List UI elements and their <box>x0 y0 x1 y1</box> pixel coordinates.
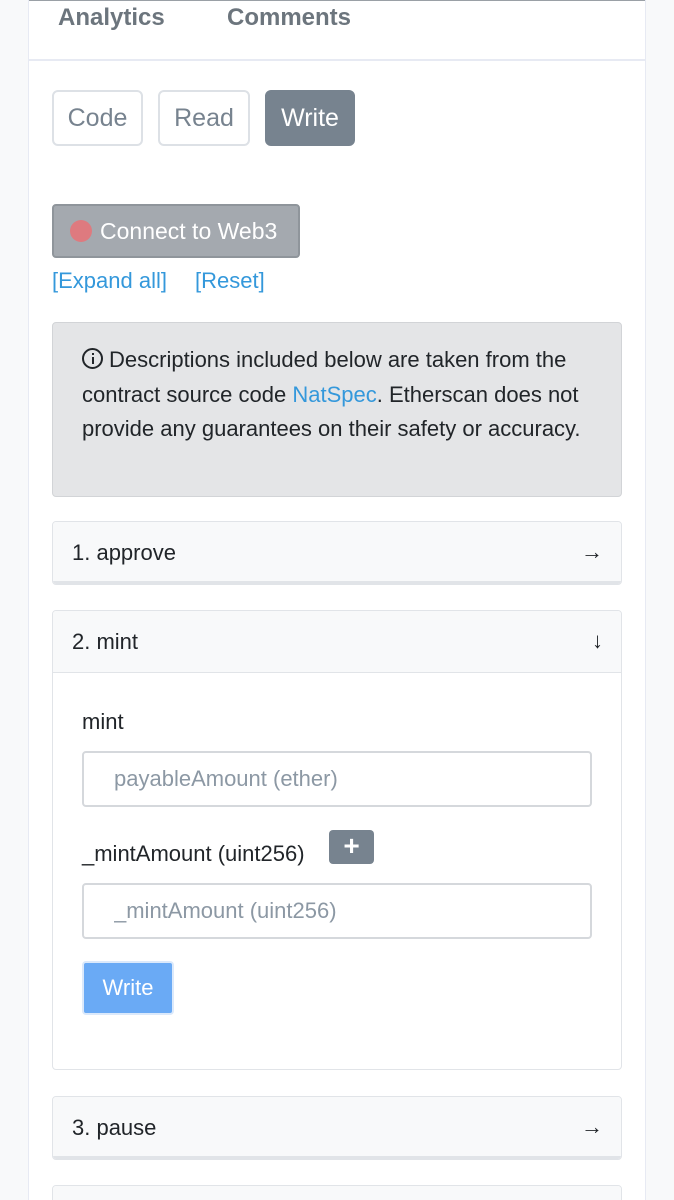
function-next <box>52 1185 622 1200</box>
nav-tabs: Analytics Comments <box>29 0 645 61</box>
function-title: 3. pause <box>72 1115 157 1140</box>
tab-comments[interactable]: Comments <box>227 4 351 32</box>
contract-card: Analytics Comments Code Read Write Conne… <box>28 0 646 1200</box>
connect-web3-button[interactable]: Connect to Web3 <box>52 204 300 258</box>
function-pause-header[interactable]: 3. pause → <box>53 1097 621 1159</box>
natspec-notice: Descriptions included below are taken fr… <box>52 322 622 497</box>
reset-link[interactable]: [Reset] <box>195 268 265 294</box>
function-mint-header[interactable]: 2. mint ↓ <box>53 611 621 673</box>
info-icon <box>82 348 103 369</box>
subtab-write[interactable]: Write <box>265 90 355 146</box>
subtab-code[interactable]: Code <box>52 90 143 146</box>
write-button[interactable]: Write <box>82 961 174 1015</box>
mint-amount-input[interactable] <box>82 883 592 939</box>
tab-analytics[interactable]: Analytics <box>58 4 165 32</box>
function-title: 1. approve <box>72 540 176 565</box>
function-mint: 2. mint ↓ mint _mintAmount (uint256) + W… <box>52 610 622 1070</box>
subtab-read[interactable]: Read <box>158 90 250 146</box>
payable-label: mint <box>82 709 124 734</box>
function-next-header[interactable] <box>53 1186 621 1200</box>
natspec-link[interactable]: NatSpec <box>292 382 376 407</box>
mint-amount-label: _mintAmount (uint256) <box>82 841 305 866</box>
payable-amount-input[interactable] <box>82 751 592 807</box>
connect-web3-label: Connect to Web3 <box>100 218 278 244</box>
expand-all-link[interactable]: [Expand all] <box>52 268 167 294</box>
arrow-right-icon: → <box>581 539 603 564</box>
function-approve: 1. approve → <box>52 521 622 585</box>
connection-status-icon <box>70 220 92 242</box>
mint-form: mint _mintAmount (uint256) + Write <box>53 673 621 1069</box>
arrow-down-icon: ↓ <box>592 628 603 653</box>
function-approve-header[interactable]: 1. approve → <box>53 522 621 584</box>
arrow-right-icon: → <box>581 1114 603 1139</box>
plus-button[interactable]: + <box>329 830 374 864</box>
function-pause: 3. pause → <box>52 1096 622 1160</box>
function-title: 2. mint <box>72 629 139 654</box>
